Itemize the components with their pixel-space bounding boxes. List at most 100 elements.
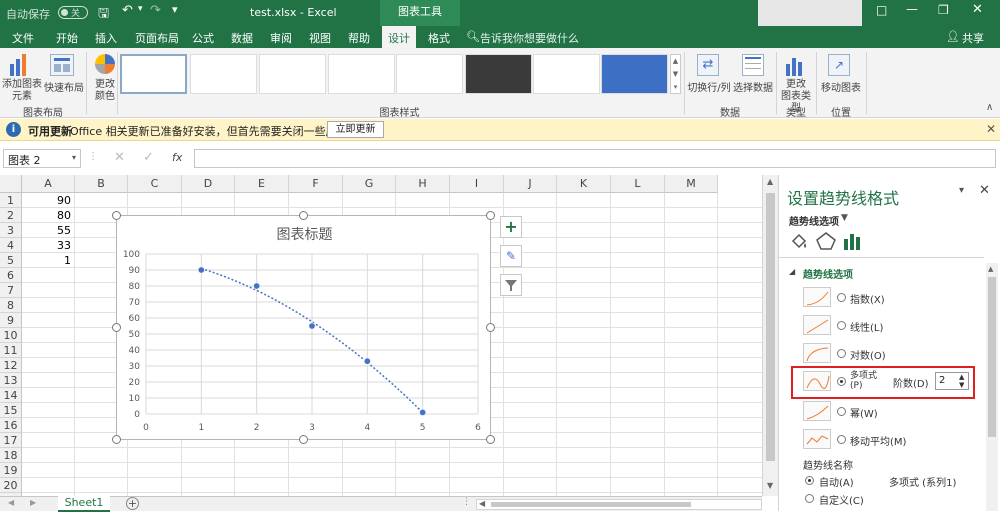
quick-layout-icon[interactable]	[50, 54, 74, 76]
add-chart-element-icon[interactable]	[8, 54, 30, 76]
horizontal-scrollbar[interactable]: ◀	[476, 499, 762, 510]
pane-close-icon[interactable]: ✕	[979, 183, 990, 198]
share-button[interactable]: 共享	[962, 30, 984, 46]
select-data-button[interactable]: 选择数据	[731, 79, 775, 94]
dropdown-chevron-icon[interactable]: ▼	[841, 213, 848, 223]
row-header-1[interactable]: 1	[0, 193, 22, 208]
column-header-G[interactable]: G	[343, 175, 396, 193]
column-header-I[interactable]: I	[450, 175, 504, 193]
auto-name-label[interactable]: 自动(A)	[819, 474, 854, 489]
move-chart-button[interactable]: 移动图表	[818, 79, 864, 94]
close-window-icon[interactable]: ✕	[972, 2, 983, 17]
move-chart-icon[interactable]: ↗	[828, 54, 850, 76]
radio-custom[interactable]	[805, 494, 814, 503]
resize-handle[interactable]	[299, 211, 308, 220]
radio-auto[interactable]	[805, 476, 814, 485]
effects-pentagon-icon[interactable]	[815, 231, 837, 251]
column-header-L[interactable]: L	[611, 175, 665, 193]
tab-view[interactable]: 视图	[309, 30, 331, 46]
row-header-9[interactable]: 9	[0, 313, 22, 328]
chart-style-2[interactable]	[190, 54, 257, 94]
row-header-2[interactable]: 2	[0, 208, 22, 223]
row-header-11[interactable]: 11	[0, 343, 22, 358]
cell-A1[interactable]: 90	[22, 193, 75, 208]
tab-format[interactable]: 格式	[428, 30, 450, 46]
chart-filter-icon[interactable]	[500, 274, 522, 296]
row-header-15[interactable]: 15	[0, 403, 22, 418]
option-logarithmic[interactable]: 对数(O)	[850, 347, 886, 362]
switch-row-column-icon[interactable]: ⇄	[697, 54, 719, 76]
redo-icon[interactable]: ↷	[150, 3, 161, 18]
cell-A5[interactable]: 1	[22, 253, 75, 268]
row-header-5[interactable]: 5	[0, 253, 22, 268]
chart-elements-plus-icon[interactable]: +	[500, 216, 522, 238]
scroll-thumb[interactable]	[766, 193, 775, 461]
restore-icon[interactable]: ❐	[938, 3, 949, 17]
chart-style-5[interactable]	[396, 54, 463, 94]
tab-home[interactable]: 开始	[56, 30, 78, 46]
cell-A3[interactable]: 55	[22, 223, 75, 238]
row-header-10[interactable]: 10	[0, 328, 22, 343]
pane-scrollbar[interactable]: ▲	[986, 263, 998, 511]
update-now-button[interactable]: 立即更新	[327, 121, 384, 138]
tab-data[interactable]: 数据	[231, 30, 253, 46]
tab-design[interactable]: 设计	[382, 26, 416, 48]
save-icon[interactable]: 🖫	[98, 4, 109, 26]
row-header-16[interactable]: 16	[0, 418, 22, 433]
radio-power[interactable]	[837, 407, 846, 416]
next-sheet-icon[interactable]: ▶	[30, 498, 36, 507]
option-linear[interactable]: 线性(L)	[850, 319, 883, 334]
change-colors-button[interactable]: 更改 颜色	[86, 79, 124, 103]
option-exponential[interactable]: 指数(X)	[850, 291, 885, 306]
pane-scroll-thumb[interactable]	[988, 277, 996, 437]
more-sheets-icon[interactable]: ⋮	[462, 497, 471, 507]
column-header-B[interactable]: B	[75, 175, 128, 193]
row-header-13[interactable]: 13	[0, 373, 22, 388]
scroll-up-icon[interactable]: ▲	[767, 177, 773, 186]
sheet-tab-sheet1[interactable]: Sheet1	[58, 496, 110, 512]
select-all-corner[interactable]	[0, 175, 22, 193]
row-header-12[interactable]: 12	[0, 358, 22, 373]
undo-icon[interactable]: ↶	[122, 3, 133, 18]
tab-insert[interactable]: 插入	[95, 30, 117, 46]
formula-input[interactable]	[194, 149, 996, 168]
radio-moving-average[interactable]	[837, 435, 846, 444]
change-colors-icon[interactable]	[95, 54, 115, 74]
tab-page-layout[interactable]: 页面布局	[135, 30, 179, 46]
column-header-A[interactable]: A	[22, 175, 75, 193]
select-data-icon[interactable]	[742, 54, 764, 76]
chart-style-6[interactable]	[465, 54, 532, 94]
row-header-4[interactable]: 4	[0, 238, 22, 253]
resize-handle[interactable]	[486, 211, 495, 220]
gallery-scroll[interactable]: ▲ ▼ ▾	[670, 54, 681, 94]
tell-me-box[interactable]: 告诉我你想要做什么	[480, 30, 579, 46]
pane-scroll-up-icon[interactable]: ▲	[988, 265, 993, 273]
h-scroll-thumb[interactable]	[491, 502, 691, 507]
insert-function-icon[interactable]: fx	[172, 151, 182, 164]
chart-style-3[interactable]	[259, 54, 326, 94]
autosave-toggle[interactable]: 关	[58, 6, 88, 19]
row-header-6[interactable]: 6	[0, 268, 22, 283]
vertical-scrollbar[interactable]: ▲ ▼	[762, 175, 778, 496]
chart-area[interactable]: 图表标题 0 10 20 30 40 50 60 70 80 90 100 0123456	[116, 215, 491, 440]
column-header-D[interactable]: D	[182, 175, 235, 193]
row-header-7[interactable]: 7	[0, 283, 22, 298]
row-header-17[interactable]: 17	[0, 433, 22, 448]
enter-icon[interactable]: ✓	[143, 150, 154, 165]
resize-handle[interactable]	[486, 323, 495, 332]
cancel-icon[interactable]: ✕	[114, 150, 125, 165]
tab-review[interactable]: 审阅	[270, 30, 292, 46]
prev-sheet-icon[interactable]: ◀	[8, 498, 14, 507]
chart-style-4[interactable]	[328, 54, 395, 94]
resize-handle[interactable]	[299, 435, 308, 444]
custom-name-label[interactable]: 自定义(C)	[819, 492, 864, 507]
option-power[interactable]: 幂(W)	[850, 405, 878, 420]
change-chart-type-icon[interactable]	[784, 54, 806, 76]
column-header-M[interactable]: M	[665, 175, 718, 193]
tab-help[interactable]: 帮助	[348, 30, 370, 46]
chart-style-8[interactable]	[601, 54, 668, 94]
share-icon[interactable]: 👤︎	[946, 30, 960, 43]
column-header-F[interactable]: F	[289, 175, 343, 193]
undo-dropdown-icon[interactable]: ▾	[138, 4, 143, 14]
radio-exponential[interactable]	[837, 293, 846, 302]
